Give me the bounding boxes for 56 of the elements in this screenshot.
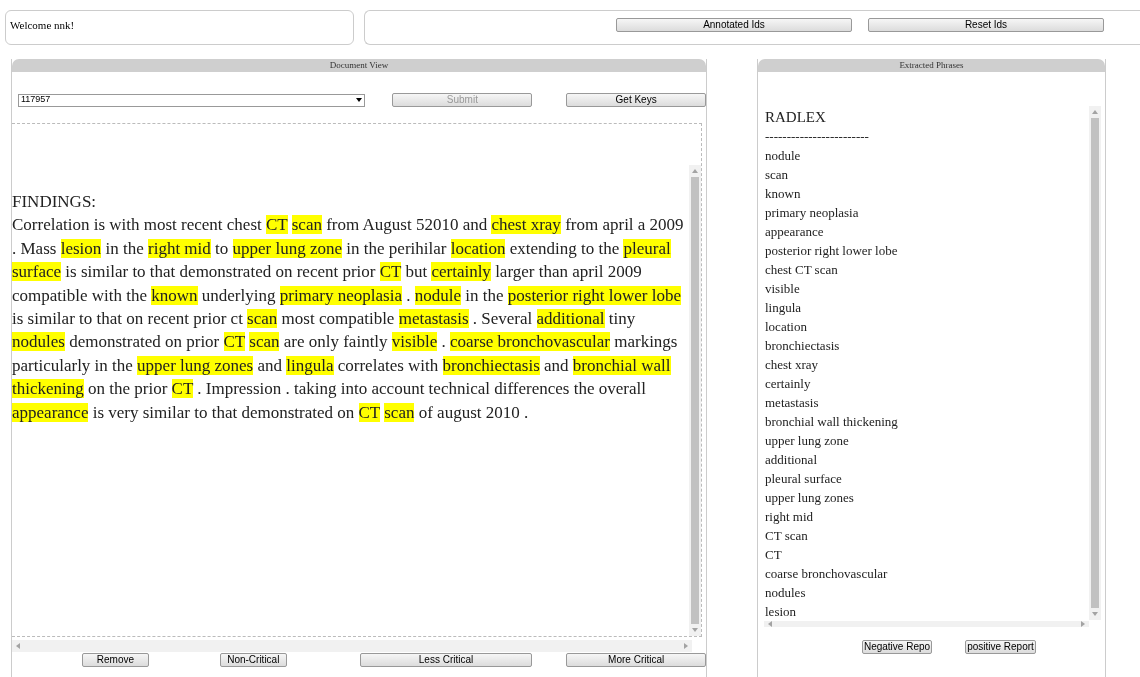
scroll-up-icon[interactable] xyxy=(1092,110,1098,114)
vertical-scrollbar[interactable] xyxy=(1089,106,1101,620)
reset-ids-button[interactable]: Reset Ids xyxy=(868,18,1104,32)
scroll-down-icon[interactable] xyxy=(692,628,698,632)
panel-title: Document View xyxy=(329,59,389,72)
horizontal-scrollbar[interactable] xyxy=(12,640,692,652)
phrase-item: upper lung zone xyxy=(765,432,850,450)
phrase-item: bronchial wall thickening xyxy=(765,413,899,431)
phrase-item: metastasis xyxy=(765,394,820,412)
annotated-ids-button[interactable]: Annotated Ids xyxy=(616,18,852,32)
positive-report-button[interactable]: positive Report xyxy=(965,640,1036,654)
phrase-item: posterior right lower lobe xyxy=(765,242,899,260)
welcome-text: Welcome nnk! xyxy=(10,19,75,31)
phrase-item: scan xyxy=(765,166,790,184)
action-button[interactable]: Non-Critical xyxy=(219,653,287,667)
phrase-item: visible xyxy=(765,280,801,298)
panel-title: Extracted Phrases xyxy=(899,59,964,72)
document-select[interactable]: 117957 xyxy=(18,93,366,107)
get-keys-button[interactable]: Get Keys xyxy=(566,93,706,107)
scroll-up-icon[interactable] xyxy=(692,169,698,173)
vertical-scrollbar[interactable] xyxy=(689,165,701,636)
action-button[interactable]: Remove xyxy=(82,653,149,667)
phrase-item: appearance xyxy=(765,223,825,241)
scroll-right-icon[interactable] xyxy=(1081,621,1085,627)
separator-text: ------------------------ xyxy=(765,128,870,146)
action-button[interactable]: More Critical xyxy=(566,653,706,667)
phrase-item: nodule xyxy=(765,147,802,165)
list-heading: RADLEX xyxy=(765,108,827,127)
phrase-item: location xyxy=(765,318,808,336)
horizontal-scrollbar[interactable] xyxy=(764,621,1089,627)
scroll-thumb[interactable] xyxy=(691,177,699,624)
action-button[interactable]: Less Critical xyxy=(359,653,533,667)
phrase-item: upper lung zones xyxy=(765,489,855,507)
negative-report-button[interactable]: Negative Repo xyxy=(862,640,932,654)
phrase-item: pleural surface xyxy=(765,470,843,488)
phrase-item: CT scan xyxy=(765,527,809,545)
phrase-item: CT xyxy=(765,546,783,564)
dropdown-icon[interactable] xyxy=(356,98,363,102)
scroll-left-icon[interactable] xyxy=(16,643,20,649)
phrase-item: primary neoplasia xyxy=(765,204,860,222)
scroll-right-icon[interactable] xyxy=(684,643,688,649)
phrase-item: bronchiectasis xyxy=(765,337,841,355)
phrase-item: known xyxy=(765,185,802,203)
scroll-down-icon[interactable] xyxy=(1092,612,1098,616)
phrase-item: lingula xyxy=(765,299,803,317)
phrase-item: lesion xyxy=(765,603,798,621)
scroll-thumb[interactable] xyxy=(1091,118,1099,608)
findings-heading: FINDINGS: xyxy=(12,191,98,213)
phrase-item: right mid xyxy=(765,508,815,526)
phrase-item: chest xray xyxy=(765,356,820,374)
phrase-item: additional xyxy=(765,451,818,469)
phrase-item: certainly xyxy=(765,375,812,393)
phrase-item: chest CT scan xyxy=(765,261,839,279)
phrase-item: nodules xyxy=(765,584,807,602)
scroll-left-icon[interactable] xyxy=(768,621,772,627)
phrase-item: coarse bronchovascular xyxy=(765,565,889,583)
